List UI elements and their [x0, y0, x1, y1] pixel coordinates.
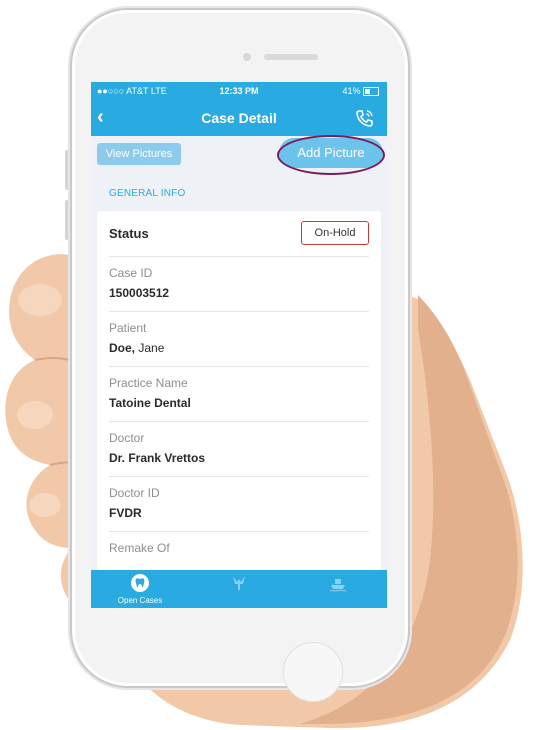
field-row-doctor: Doctor Dr. Frank Vrettos — [109, 421, 369, 477]
section-title-general-info: GENERAL INFO — [109, 188, 186, 199]
field-label: Case ID — [109, 266, 153, 280]
volume-up-button — [65, 150, 69, 190]
status-label: Status — [109, 226, 149, 241]
case-info-card: Status On-Hold Case ID 150003512 Patient… — [97, 211, 381, 571]
front-camera — [243, 53, 251, 61]
field-row-doctor-id: Doctor ID FVDR — [109, 476, 369, 532]
nav-bar: ‹ Case Detail — [91, 100, 387, 136]
phone-ringing-icon[interactable] — [355, 108, 375, 128]
highlight-oval — [277, 135, 385, 175]
field-value: 150003512 — [109, 286, 170, 300]
field-row-remake-of: Remake Of — [109, 531, 369, 571]
battery-percent: 41% — [342, 86, 361, 96]
home-button[interactable] — [283, 642, 343, 702]
app-screen: ●●○○○ AT&T LTE 12:33 PM 41% ‹ Case Detai… — [91, 82, 387, 608]
field-row-case-id: Case ID 150003512 — [109, 256, 369, 312]
field-value: Tatoine Dental — [109, 396, 191, 410]
field-label: Practice Name — [109, 376, 188, 390]
status-badge: On-Hold — [301, 221, 369, 245]
status-row: Status On-Hold — [109, 211, 369, 257]
tooth-icon — [131, 574, 149, 592]
field-label: Remake Of — [109, 541, 170, 555]
field-value: Dr. Frank Vrettos — [109, 451, 206, 465]
view-pictures-button[interactable]: View Pictures — [97, 143, 181, 165]
field-value: FVDR — [109, 506, 142, 520]
status-bar: ●●○○○ AT&T LTE 12:33 PM 41% — [91, 82, 387, 100]
ship-icon — [329, 579, 347, 592]
field-row-practice-name: Practice Name Tatoine Dental — [109, 366, 369, 422]
patient-last-name: Doe, — [109, 341, 136, 355]
field-row-patient: Patient Doe, Jane — [109, 311, 369, 367]
tab-label: Open Cases — [117, 596, 163, 605]
page-title: Case Detail — [201, 110, 277, 126]
tab-implants[interactable] — [190, 570, 288, 608]
field-label: Doctor ID — [109, 486, 160, 500]
field-label: Patient — [109, 321, 147, 335]
tab-shipping[interactable] — [289, 570, 387, 608]
tab-bar: Open Cases — [91, 570, 387, 608]
tab-open-cases[interactable]: Open Cases — [91, 570, 189, 608]
battery-icon — [363, 87, 379, 97]
field-value: Doe, Jane — [109, 341, 164, 355]
patient-first-name: Jane — [135, 341, 165, 355]
volume-down-button — [65, 200, 69, 240]
battery-indicator: 41% — [342, 86, 379, 97]
earpiece-speaker — [264, 54, 318, 60]
field-label: Doctor — [109, 431, 145, 445]
implant-icon — [233, 576, 245, 590]
